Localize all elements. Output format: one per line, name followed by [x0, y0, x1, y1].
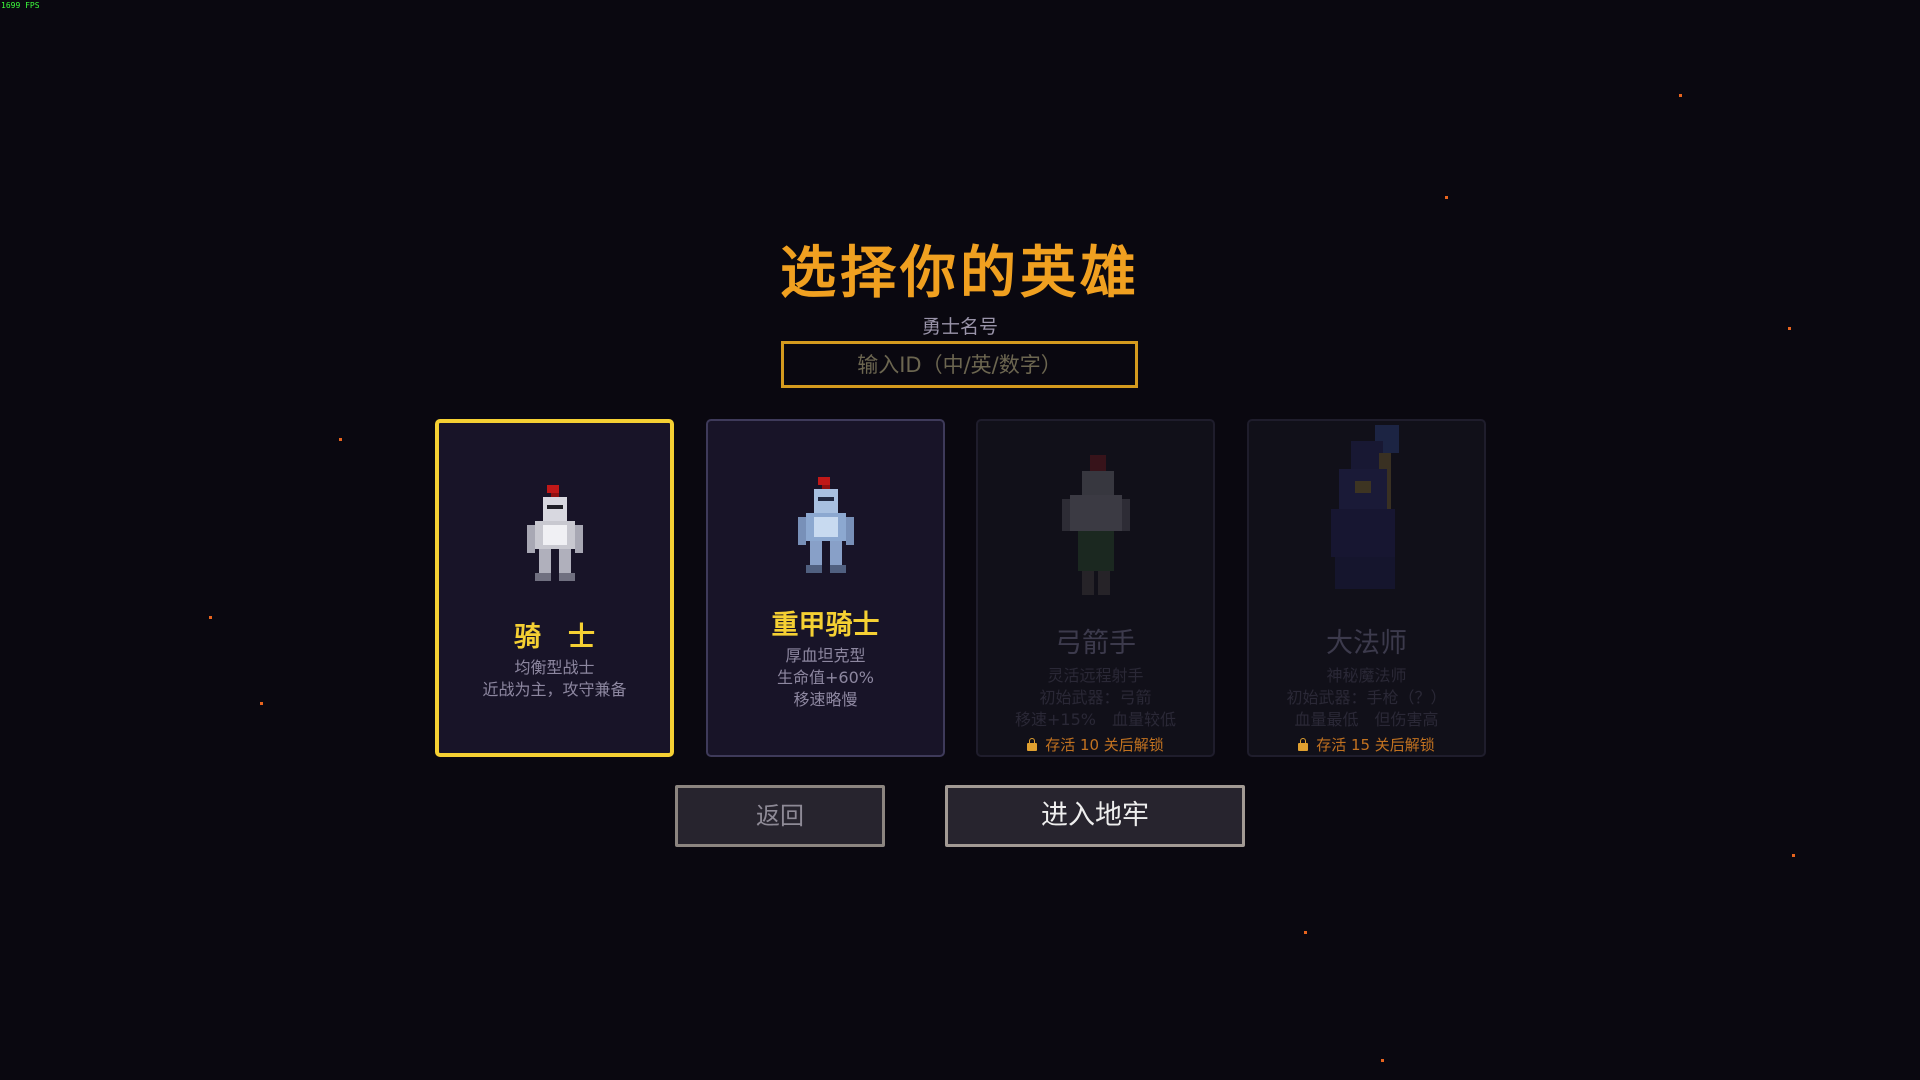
hero-card-archer[interactable]: 弓箭手 灵活远程射手 初始武器：弓箭 移速+15% 血量较低 存活 10 关后解…: [976, 419, 1215, 757]
hero-name: 重甲骑士: [771, 610, 880, 641]
lock-icon: [1027, 738, 1038, 751]
ember-particle: [339, 438, 342, 441]
hero-name: 大法师: [1326, 628, 1407, 659]
hero-desc-line: 初始武器：弓箭: [1039, 688, 1152, 707]
hero-desc-line: 神秘魔法师: [1326, 666, 1407, 685]
hero-description: 厚血坦克型 生命值+60% 移速略慢: [708, 645, 943, 711]
ember-particle: [209, 616, 212, 619]
hero-desc-line: 均衡型战士: [514, 658, 595, 677]
ember-particle: [1679, 94, 1682, 97]
hero-card-knight[interactable]: 骑 士 均衡型战士 近战为主，攻守兼备: [435, 419, 674, 757]
archer-sprite: [1061, 455, 1130, 595]
hero-desc-line: 初始武器：手枪（？）: [1286, 688, 1447, 707]
hero-name-label: 勇士名号: [921, 316, 998, 338]
hero-desc-line: 生命值+60%: [777, 668, 874, 687]
ember-particle: [1304, 931, 1307, 934]
hero-select-screen: 1699 FPS 选择你的英雄 勇士名号 骑 士 均衡型战士 近战为主，攻守兼: [0, 0, 1920, 1080]
unlock-text: 存活 15 关后解锁: [1316, 736, 1435, 754]
ember-particle: [260, 702, 263, 705]
lock-icon: [1298, 738, 1309, 751]
hero-description: 神秘魔法师 初始武器：手枪（？） 血量最低 但伤害高: [1249, 665, 1484, 731]
hero-name-input[interactable]: [781, 341, 1138, 388]
enter-dungeon-button[interactable]: 进入地牢: [945, 785, 1245, 847]
unlock-requirement: 存活 10 关后解锁: [978, 734, 1213, 755]
hero-desc-line: 灵活远程射手: [1047, 666, 1144, 685]
hero-name: 弓箭手: [1055, 628, 1136, 659]
page-title: 选择你的英雄: [780, 241, 1140, 306]
hero-name: 骑 士: [514, 622, 595, 653]
hero-desc-line: 厚血坦克型: [785, 646, 866, 665]
unlock-requirement: 存活 15 关后解锁: [1249, 734, 1484, 755]
hero-description: 均衡型战士 近战为主，攻守兼备: [439, 657, 670, 701]
ember-particle: [1792, 854, 1795, 857]
archmage-sprite: [1330, 425, 1399, 589]
unlock-text: 存活 10 关后解锁: [1045, 736, 1164, 754]
hero-desc-line: 移速+15% 血量较低: [1015, 710, 1176, 729]
hero-card-archmage[interactable]: 大法师 神秘魔法师 初始武器：手枪（？） 血量最低 但伤害高 存活 15 关后解…: [1247, 419, 1486, 757]
hero-description: 灵活远程射手 初始武器：弓箭 移速+15% 血量较低: [978, 665, 1213, 731]
back-button[interactable]: 返回: [675, 785, 885, 847]
heavy-knight-sprite: [797, 477, 854, 573]
knight-sprite: [526, 485, 583, 581]
fps-counter: 1699 FPS: [1, 1, 40, 10]
hero-desc-line: 血量最低 但伤害高: [1294, 710, 1439, 729]
hero-desc-line: 近战为主，攻守兼备: [482, 680, 627, 699]
ember-particle: [1445, 196, 1448, 199]
ember-particle: [1381, 1059, 1384, 1062]
hero-card-heavy-knight[interactable]: 重甲骑士 厚血坦克型 生命值+60% 移速略慢: [706, 419, 945, 757]
hero-desc-line: 移速略慢: [793, 690, 858, 709]
